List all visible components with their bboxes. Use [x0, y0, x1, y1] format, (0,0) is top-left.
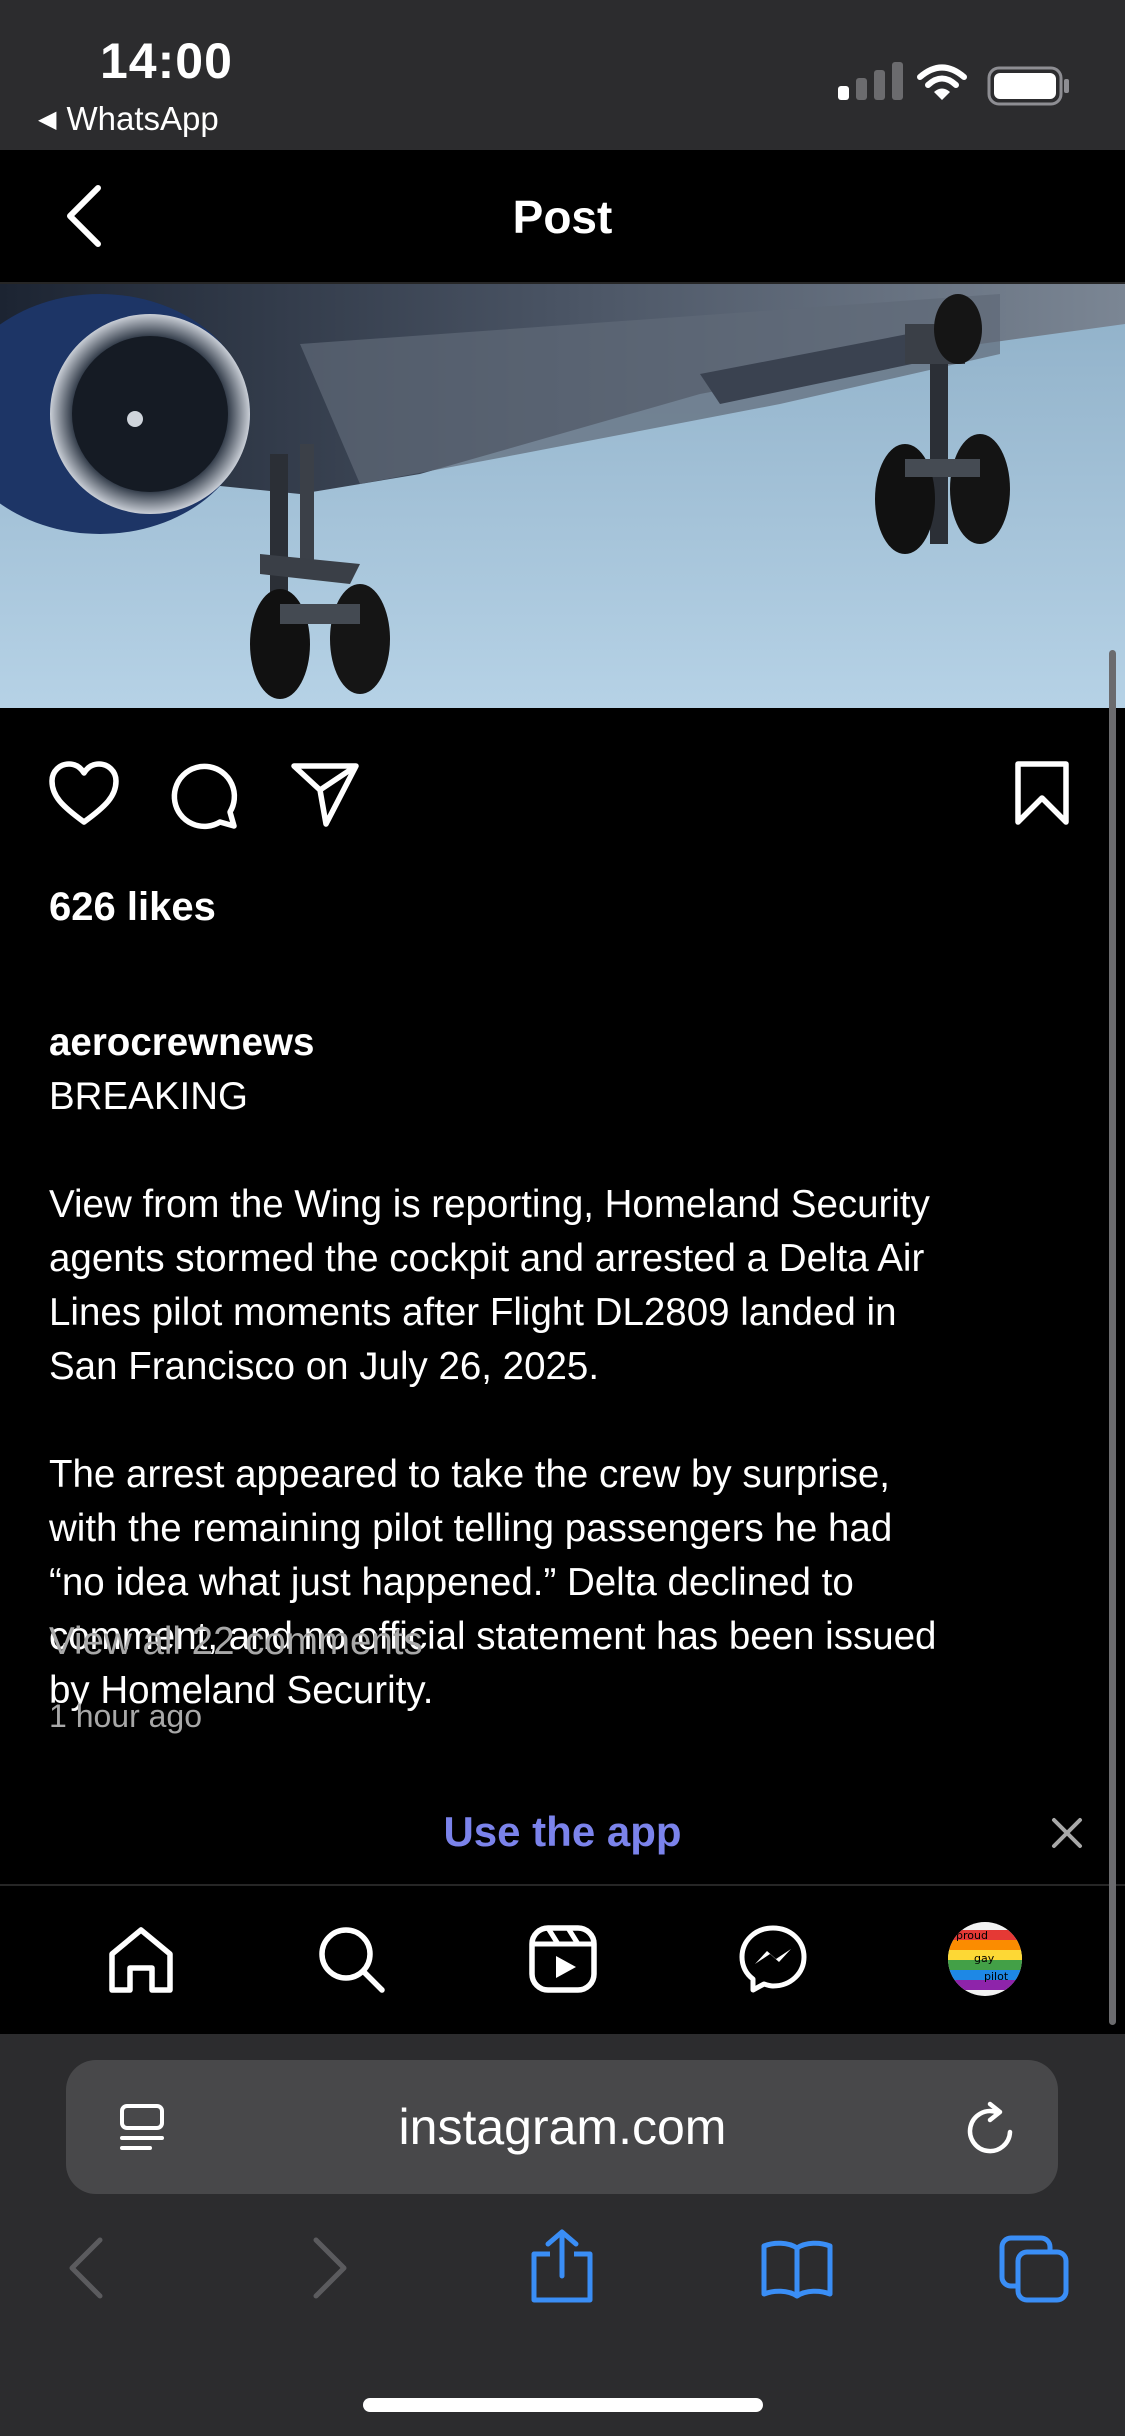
share-icon[interactable]	[530, 2228, 594, 2309]
back-triangle-icon: ◀	[38, 105, 57, 133]
comment-icon[interactable]	[168, 760, 240, 837]
caption-username[interactable]: aerocrewnews	[49, 1021, 314, 1064]
tabs-icon[interactable]	[998, 2234, 1070, 2309]
avatar-text-2: gay	[974, 1952, 995, 1965]
home-indicator	[363, 2398, 763, 2412]
search-icon[interactable]	[316, 1924, 386, 1999]
heart-icon[interactable]	[48, 760, 120, 831]
reload-icon[interactable]	[966, 2100, 1018, 2161]
use-the-app-button[interactable]: Use the app	[0, 1808, 1125, 1856]
bookmarks-icon[interactable]	[760, 2238, 834, 2305]
avatar-text-3: pilot	[984, 1970, 1009, 1983]
bookmark-icon[interactable]	[1014, 760, 1070, 831]
caption-paragraph-2: The arrest appeared to take the crew by …	[49, 1453, 937, 1712]
caption-paragraph-1: View from the Wing is reporting, Homelan…	[49, 1183, 930, 1388]
close-icon[interactable]	[1050, 1816, 1084, 1855]
back-app-label: WhatsApp	[66, 100, 219, 137]
post-timestamp: 1 hour ago	[49, 1698, 203, 1734]
reels-icon[interactable]	[528, 1924, 598, 1999]
post-image[interactable]	[0, 284, 1125, 708]
url-text[interactable]: instagram.com	[0, 2098, 1125, 2156]
avatar-text-1: proud	[956, 1929, 988, 1942]
home-icon[interactable]	[106, 1926, 176, 1999]
messenger-icon[interactable]	[738, 1924, 808, 1999]
battery-icon	[987, 66, 1071, 111]
back-to-app-link[interactable]: ◀ WhatsApp	[38, 100, 219, 138]
post-caption: aerocrewnews BREAKING View from the Wing…	[49, 962, 1079, 1718]
back-arrow-icon[interactable]	[66, 2236, 106, 2305]
page-title: Post	[512, 191, 613, 243]
profile-avatar[interactable]: proud gay pilot	[948, 1922, 1022, 1996]
scrollbar[interactable]	[1109, 650, 1116, 2025]
forward-arrow-icon[interactable]	[310, 2236, 350, 2305]
send-icon[interactable]	[290, 760, 360, 835]
view-comments-link[interactable]: View all 22 comments	[49, 1620, 423, 1664]
cellular-signal-icon	[838, 62, 903, 100]
wifi-icon	[916, 64, 968, 107]
status-time: 14:00	[100, 33, 233, 89]
likes-count[interactable]: 626 likes	[49, 885, 216, 930]
caption-headline: BREAKING	[49, 1075, 248, 1118]
